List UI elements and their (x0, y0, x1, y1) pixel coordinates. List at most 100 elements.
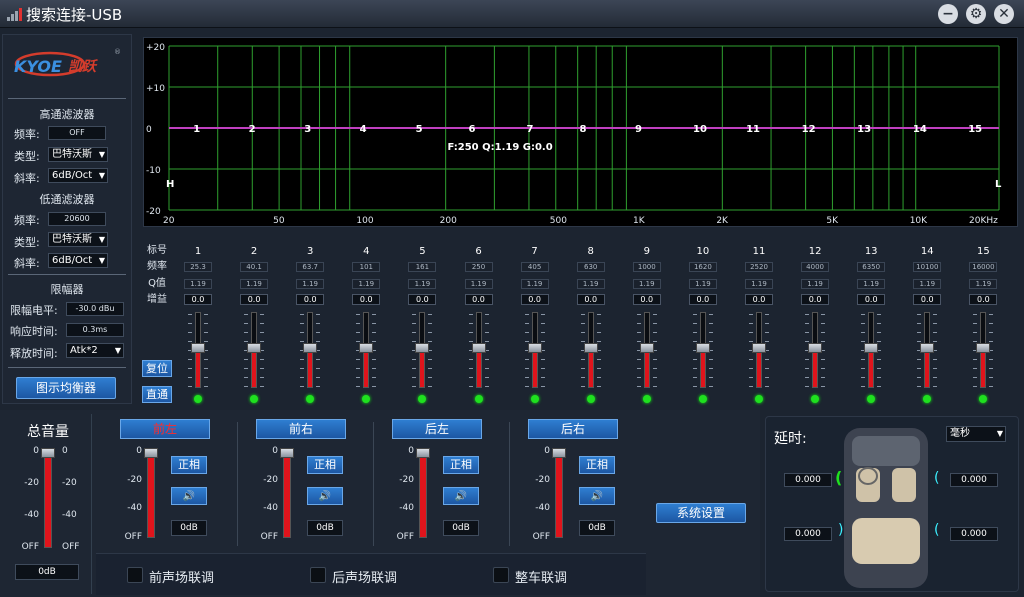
band-q-field[interactable]: 1.19 (464, 279, 493, 289)
band-freq-field[interactable]: 10100 (913, 262, 942, 272)
slider-knob[interactable] (247, 343, 262, 353)
slider-knob[interactable] (359, 343, 374, 353)
delay-front-left-field[interactable]: 0.000 (784, 473, 832, 487)
band-q-field[interactable]: 1.19 (184, 279, 212, 289)
band-freq-field[interactable]: 1000 (632, 262, 661, 272)
channel-fader-knob[interactable] (144, 448, 158, 458)
band-gain-field[interactable]: 0.0 (801, 294, 830, 305)
band-gain-field[interactable]: 0.0 (520, 294, 549, 305)
band-freq-field[interactable]: 4000 (801, 262, 830, 272)
band-freq-field[interactable]: 161 (408, 262, 437, 272)
band-q-field[interactable]: 1.19 (352, 279, 381, 289)
channel-select-button[interactable]: 后右 (528, 419, 618, 439)
slider-knob[interactable] (191, 343, 205, 353)
slider-knob[interactable] (808, 343, 823, 353)
system-settings-button[interactable]: 系统设置 (656, 503, 746, 523)
band-gain-field[interactable]: 0.0 (745, 294, 773, 305)
lp-freq-field[interactable]: 20600 (48, 212, 106, 226)
channel-select-button[interactable]: 前左 (120, 419, 210, 439)
band-q-field[interactable]: 1.19 (969, 279, 998, 289)
band-freq-field[interactable]: 16000 (969, 262, 998, 272)
band-q-field[interactable]: 1.19 (857, 279, 886, 289)
band-marker[interactable]: 14 (913, 124, 927, 135)
close-button[interactable]: ✕ (994, 4, 1014, 24)
attack-field[interactable]: 0.3ms (66, 323, 124, 337)
slider-knob[interactable] (639, 343, 654, 353)
limit-level-field[interactable]: -30.0 dBu (66, 302, 124, 316)
phase-button[interactable]: 正相 (307, 456, 343, 474)
band-freq-field[interactable]: 2520 (745, 262, 773, 272)
channel-fader[interactable] (147, 452, 155, 538)
band-freq-field[interactable]: 63.7 (296, 262, 325, 272)
band-gain-field[interactable]: 0.0 (857, 294, 886, 305)
delay-rear-left-field[interactable]: 0.000 (784, 527, 832, 541)
band-q-field[interactable]: 1.19 (745, 279, 773, 289)
band-q-field[interactable]: 1.19 (520, 279, 549, 289)
band-q-field[interactable]: 1.19 (801, 279, 830, 289)
band-q-field[interactable]: 1.19 (632, 279, 661, 289)
band-marker[interactable]: 7 (526, 124, 533, 135)
band-gain-field[interactable]: 0.0 (688, 294, 717, 305)
channel-fader-knob[interactable] (416, 448, 430, 458)
band-freq-field[interactable]: 101 (352, 262, 381, 272)
channel-select-button[interactable]: 后左 (392, 419, 482, 439)
phase-button[interactable]: 正相 (443, 456, 479, 474)
band-gain-field[interactable]: 0.0 (184, 294, 212, 305)
delay-rear-right-field[interactable]: 0.000 (950, 527, 998, 541)
master-volume-value[interactable]: 0dB (15, 564, 79, 580)
band-freq-field[interactable]: 250 (464, 262, 493, 272)
all-link-checkbox[interactable] (493, 567, 509, 583)
eq-bypass-button[interactable]: 直通 (142, 386, 172, 403)
slider-knob[interactable] (864, 343, 879, 353)
band-marker[interactable]: 15 (968, 124, 982, 135)
channel-fader-knob[interactable] (280, 448, 294, 458)
front-link-checkbox[interactable] (127, 567, 143, 583)
lp-slope-select[interactable]: 6dB/Oct ▼ (48, 253, 108, 268)
delay-front-right-field[interactable]: 0.000 (950, 473, 998, 487)
slider-knob[interactable] (583, 343, 598, 353)
band-marker[interactable]: 5 (416, 124, 423, 135)
band-marker[interactable]: 13 (857, 124, 871, 135)
channel-volume-value[interactable]: 0dB (171, 520, 207, 536)
band-marker[interactable]: 2 (249, 124, 256, 135)
channel-fader[interactable] (419, 452, 427, 538)
mute-button[interactable]: 🔊 (579, 487, 615, 505)
band-gain-field[interactable]: 0.0 (352, 294, 381, 305)
band-q-field[interactable]: 1.19 (576, 279, 605, 289)
band-freq-field[interactable]: 1620 (688, 262, 717, 272)
master-fader[interactable] (44, 452, 52, 548)
channel-fader-knob[interactable] (552, 448, 566, 458)
mute-button[interactable]: 🔊 (307, 487, 343, 505)
band-gain-field[interactable]: 0.0 (913, 294, 942, 305)
band-gain-field[interactable]: 0.0 (464, 294, 493, 305)
graphic-eq-button[interactable]: 图示均衡器 (16, 377, 116, 399)
slider-knob[interactable] (695, 343, 710, 353)
band-gain-field[interactable]: 0.0 (632, 294, 661, 305)
channel-volume-value[interactable]: 0dB (443, 520, 479, 536)
release-select[interactable]: Atk*2 ▼ (66, 343, 124, 358)
master-fader-knob[interactable] (41, 448, 55, 458)
band-freq-field[interactable]: 40.1 (240, 262, 269, 272)
band-marker[interactable]: 11 (746, 124, 760, 135)
band-q-field[interactable]: 1.19 (240, 279, 269, 289)
band-marker[interactable]: 10 (693, 124, 707, 135)
channel-fader[interactable] (555, 452, 563, 538)
band-q-field[interactable]: 1.19 (913, 279, 942, 289)
band-marker[interactable]: 9 (635, 124, 642, 135)
minimize-button[interactable]: − (938, 4, 958, 24)
band-gain-field[interactable]: 0.0 (576, 294, 605, 305)
eq-reset-button[interactable]: 复位 (142, 360, 172, 377)
band-marker[interactable]: 3 (304, 124, 311, 135)
band-marker[interactable]: 12 (802, 124, 816, 135)
hp-freq-field[interactable]: OFF (48, 126, 106, 140)
band-marker[interactable]: 6 (468, 124, 475, 135)
lp-type-select[interactable]: 巴特沃斯 ▼ (48, 232, 108, 247)
band-freq-field[interactable]: 630 (576, 262, 605, 272)
lowpass-marker[interactable]: L (995, 179, 1002, 190)
channel-volume-value[interactable]: 0dB (307, 520, 343, 536)
band-marker[interactable]: 4 (360, 124, 367, 135)
channel-select-button[interactable]: 前右 (256, 419, 346, 439)
phase-button[interactable]: 正相 (579, 456, 615, 474)
highpass-marker[interactable]: H (166, 179, 174, 190)
band-gain-field[interactable]: 0.0 (969, 294, 998, 305)
